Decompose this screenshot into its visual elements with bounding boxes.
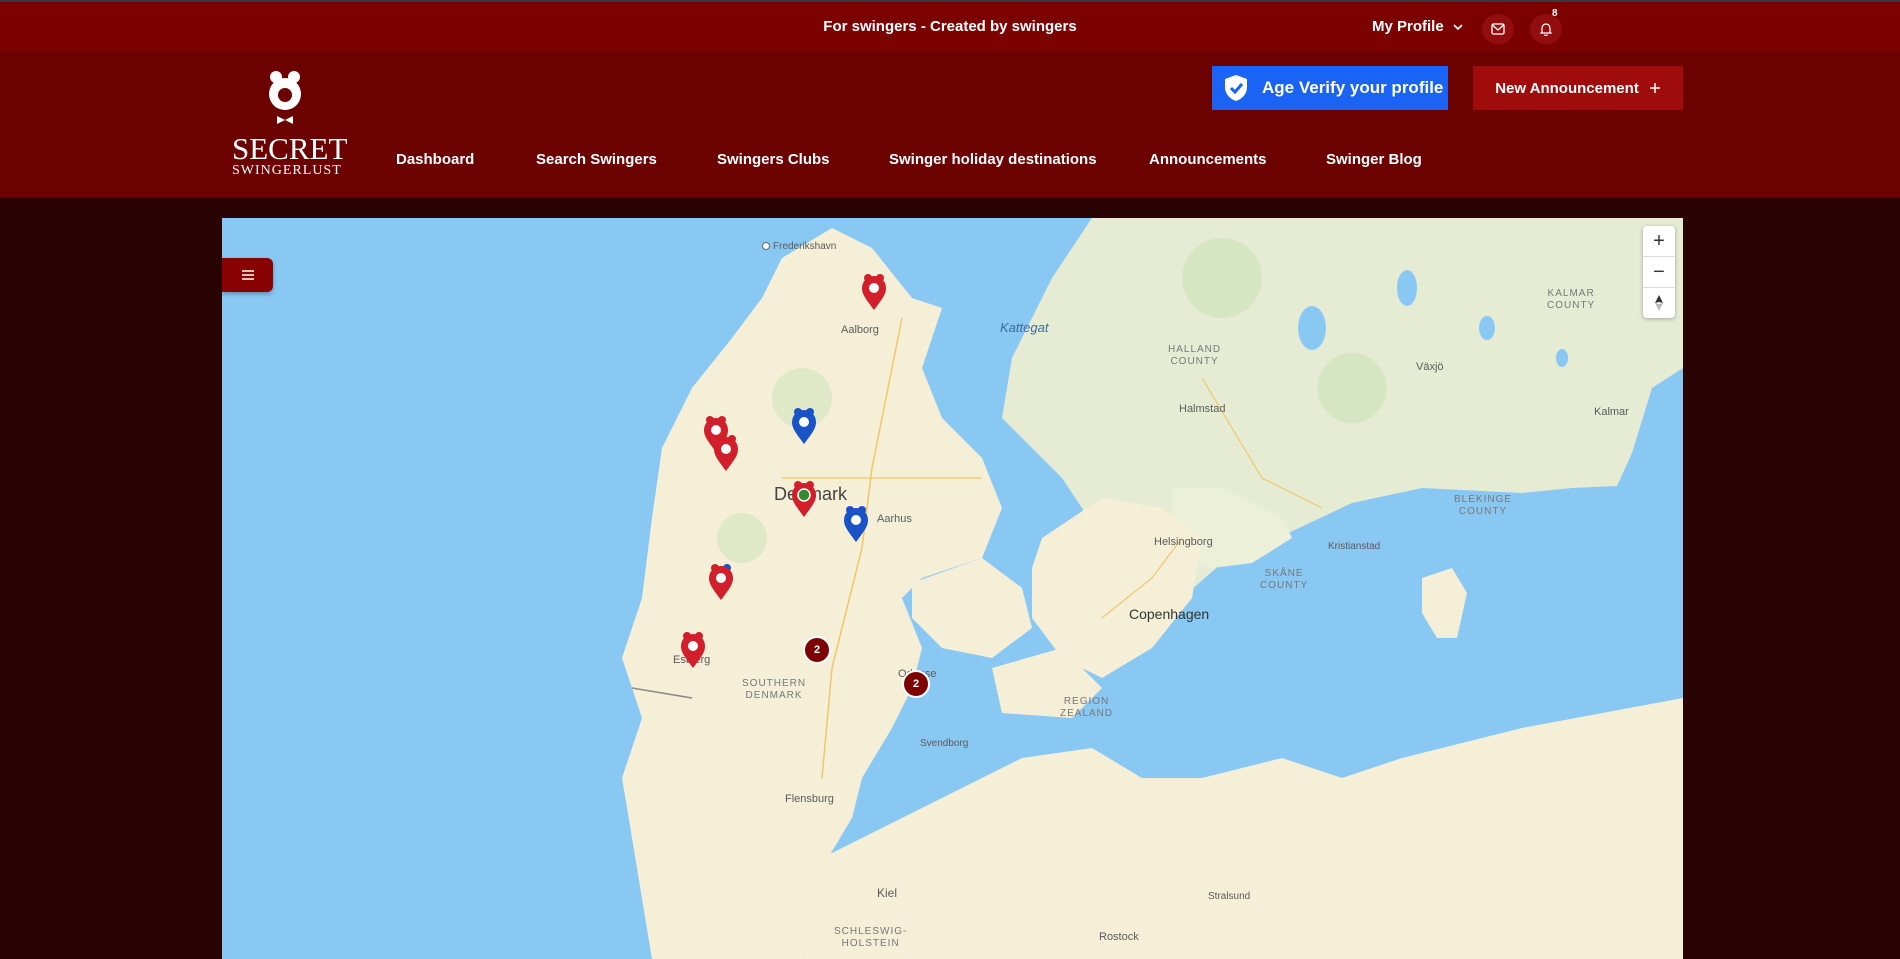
map-cluster[interactable]: 2: [803, 636, 831, 664]
new-announcement-button[interactable]: New Announcement: [1473, 66, 1683, 110]
nav-holiday-destinations[interactable]: Swinger holiday destinations: [889, 151, 1097, 168]
place-label: Kristianstad: [1328, 541, 1381, 552]
place-label: Halmstad: [1179, 403, 1226, 415]
logo-word-swingerlust: SWINGERLUST: [232, 163, 342, 178]
messages-button[interactable]: [1482, 14, 1514, 44]
site-logo[interactable]: SECRET SWINGERLUST: [232, 68, 348, 183]
location-pin-red[interactable]: [678, 630, 708, 670]
city-dot-icon: [762, 242, 770, 251]
location-pin-blue[interactable]: [789, 406, 819, 446]
region-label: KALMAR COUNTY: [1547, 288, 1596, 311]
place-label: Aalborg: [841, 324, 879, 336]
logo-mascot-icon: [269, 71, 301, 124]
tagline: For swingers - Created by swingers: [823, 18, 1077, 35]
zoom-controls: + −: [1643, 226, 1675, 318]
region-label: REGION ZEALAND: [1060, 696, 1114, 719]
nav-search-swingers[interactable]: Search Swingers: [536, 151, 657, 168]
minus-icon: −: [1653, 260, 1665, 283]
place-label: Aarhus: [877, 513, 912, 525]
logo-word-secret: SECRET: [232, 131, 348, 166]
region-label: SKÅNE COUNTY: [1260, 568, 1309, 591]
location-pin-red[interactable]: [706, 562, 736, 602]
place-label: Kalmar: [1594, 406, 1629, 418]
place-label: Copenhagen: [1129, 606, 1210, 622]
place-label: Helsingborg: [1154, 536, 1213, 548]
nav-swingers-clubs[interactable]: Swingers Clubs: [717, 151, 830, 168]
map-menu-button[interactable]: [222, 258, 273, 292]
place-label: Svendborg: [920, 738, 969, 749]
location-pin-red[interactable]: [711, 433, 741, 473]
place-label: Rostock: [1099, 931, 1139, 943]
nav-swinger-blog[interactable]: Swinger Blog: [1326, 151, 1422, 168]
region-label: SOUTHERN DENMARK: [742, 678, 807, 701]
age-verify-button[interactable]: Age Verify your profile: [1212, 66, 1448, 110]
map-base-layer: [622, 218, 1683, 959]
compass-icon: [1655, 295, 1663, 311]
place-label: Stralsund: [1208, 891, 1251, 902]
region-label: BLEKINGE COUNTY: [1454, 494, 1513, 517]
place-label: Kiel: [877, 886, 898, 900]
compass-button[interactable]: [1643, 288, 1675, 318]
age-verify-label: Age Verify your profile: [1262, 78, 1444, 97]
place-label: Frederikshavn: [762, 241, 836, 252]
mail-icon: [1491, 23, 1505, 35]
map-cluster[interactable]: 2: [902, 670, 930, 698]
zoom-in-button[interactable]: +: [1643, 226, 1675, 257]
my-profile-menu[interactable]: My Profile: [1372, 18, 1464, 35]
nav-dashboard[interactable]: Dashboard: [396, 151, 474, 168]
nav-announcements[interactable]: Announcements: [1149, 151, 1267, 168]
zoom-out-button[interactable]: −: [1643, 257, 1675, 288]
map-view[interactable]: Frederikshavn Aalborg Kattegat Denmark A…: [222, 218, 1683, 959]
notification-count-badge: 8: [1552, 8, 1558, 19]
region-label: SCHLESWIG- HOLSTEIN: [834, 926, 908, 949]
location-pin-green[interactable]: [789, 479, 819, 519]
location-pin-red[interactable]: [859, 272, 889, 312]
chevron-down-icon: [1453, 23, 1463, 30]
place-label: Flensburg: [785, 793, 834, 805]
location-pin-blue[interactable]: [841, 504, 871, 544]
shield-check-icon: [1225, 75, 1247, 101]
new-announcement-label: New Announcement: [1495, 79, 1639, 97]
water-label: Kattegat: [1000, 320, 1049, 335]
region-label: HALLAND COUNTY: [1168, 344, 1222, 367]
bell-icon: [1539, 23, 1553, 36]
my-profile-label: My Profile: [1372, 18, 1444, 35]
place-label: Växjö: [1416, 361, 1444, 373]
hamburger-icon: [241, 270, 254, 280]
plus-icon: +: [1653, 229, 1665, 252]
top-bar: For swingers - Created by swingers My Pr…: [0, 0, 1900, 51]
plus-icon: [1649, 83, 1660, 93]
